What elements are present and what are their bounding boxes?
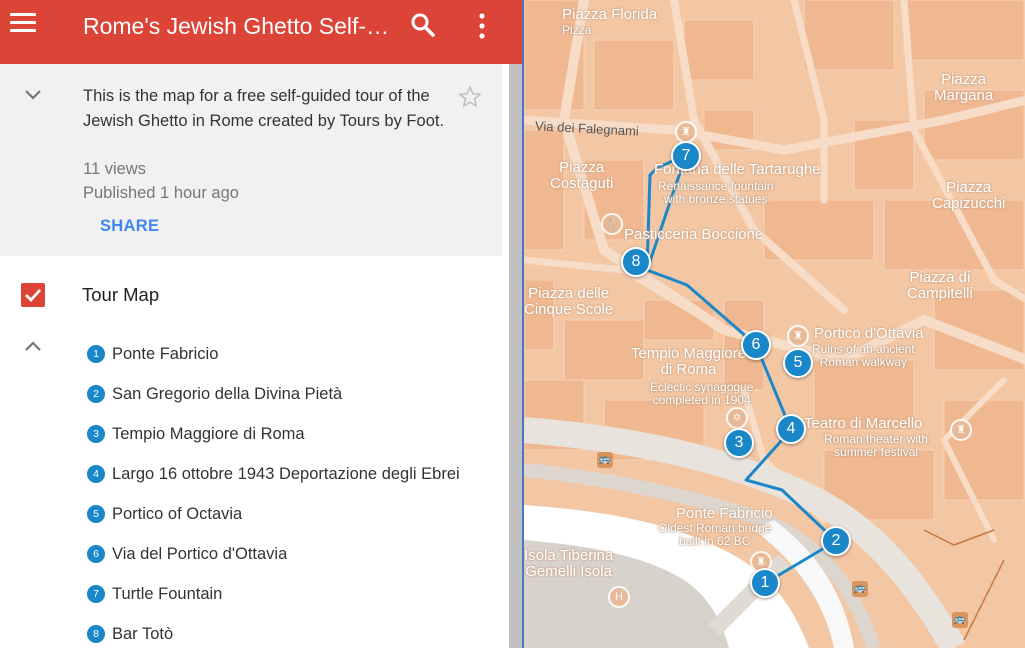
map-pin-3[interactable]: 3 (724, 428, 754, 458)
place-number-badge: 3 (87, 425, 105, 443)
map-pin-6[interactable]: 6 (741, 330, 771, 360)
map-sidebar: Rome's Jewish Ghetto Self-Guided Tour Th… (0, 0, 522, 648)
monument-icon[interactable]: ♜ (787, 325, 809, 347)
place-number-badge: 5 (87, 505, 105, 523)
monument-icon[interactable]: ♜ (950, 419, 972, 441)
place-item-1[interactable]: 1 Ponte Fabricio (87, 334, 487, 374)
place-label: Portico of Octavia (112, 504, 243, 523)
sidebar-scrollbar[interactable] (509, 64, 522, 648)
map-pin-4[interactable]: 4 (776, 414, 806, 444)
published-time: Published 1 hour ago (83, 184, 239, 202)
bus-stop-icon[interactable]: 🚌 (852, 581, 868, 597)
place-number-badge: 6 (87, 545, 105, 563)
place-item-5[interactable]: 5 Portico of Octavia (87, 494, 487, 534)
place-label: Largo 16 ottobre 1943 Deportazione degli… (112, 464, 460, 483)
place-number-badge: 8 (87, 625, 105, 643)
layer-title: Tour Map (82, 284, 160, 305)
map-pin-2[interactable]: 2 (821, 526, 851, 556)
view-count: 11 views (83, 160, 146, 178)
place-item-2[interactable]: 2 San Gregorio della Divina Pietà (87, 374, 487, 414)
place-label: Tempio Maggiore di Roma (112, 424, 305, 443)
synagogue-icon[interactable]: ✡ (726, 407, 748, 429)
layer-checkbox[interactable] (21, 283, 45, 307)
bus-stop-icon[interactable]: 🚌 (952, 612, 968, 628)
map-pin-7[interactable]: 7 (671, 141, 701, 171)
place-item-8[interactable]: 8 Bar Totò (87, 614, 487, 648)
place-number-badge: 2 (87, 385, 105, 403)
place-number-badge: 4 (87, 465, 105, 483)
map-pin-1[interactable]: 1 (750, 568, 780, 598)
place-label: San Gregorio della Divina Pietà (112, 384, 343, 403)
bus-stop-icon[interactable]: 🚌 (597, 452, 613, 468)
place-label: Bar Totò (112, 624, 174, 643)
place-number-badge: 1 (87, 345, 105, 363)
map-canvas[interactable]: ♜ 🍴 ♜ ✡ ♜ ♜ H 🚌 🚌 🚌 Piazza Florida Pizza… (522, 0, 1025, 648)
search-icon[interactable] (410, 12, 436, 38)
place-label: Ponte Fabricio (112, 344, 219, 363)
hospital-icon[interactable]: H (608, 586, 630, 608)
map-pin-5[interactable]: 5 (783, 348, 813, 378)
share-button[interactable]: SHARE (100, 217, 159, 236)
place-list: 1 Ponte Fabricio 2 San Gregorio della Divi… (87, 334, 487, 648)
chevron-up-icon[interactable] (22, 337, 44, 355)
chevron-down-icon[interactable] (22, 86, 44, 104)
place-item-3[interactable]: 3 Tempio Maggiore di Roma (87, 414, 487, 454)
restaurant-icon[interactable]: 🍴 (601, 213, 623, 235)
map-title: Rome's Jewish Ghetto Self-Guided Tour (83, 13, 393, 39)
more-vertical-icon[interactable] (470, 12, 494, 40)
app-header: Rome's Jewish Ghetto Self-Guided Tour (0, 0, 522, 64)
map-pin-8[interactable]: 8 (621, 247, 651, 277)
place-number-badge: 7 (87, 585, 105, 603)
place-item-4[interactable]: 4 Largo 16 ottobre 1943 Deportazione degl… (87, 454, 487, 494)
map-description: This is the map for a free self-guided t… (83, 87, 445, 130)
star-icon[interactable] (458, 85, 482, 109)
map-background (524, 0, 1025, 648)
place-label: Via del Portico d'Ottavia (112, 544, 288, 563)
hamburger-menu-icon[interactable] (10, 12, 36, 34)
map-info-section: This is the map for a free self-guided t… (0, 64, 502, 256)
place-item-6[interactable]: 6 Via del Portico d'Ottavia (87, 534, 487, 574)
place-item-7[interactable]: 7 Turtle Fountain (87, 574, 487, 614)
monument-icon[interactable]: ♜ (675, 121, 697, 143)
place-label: Turtle Fountain (112, 584, 223, 603)
